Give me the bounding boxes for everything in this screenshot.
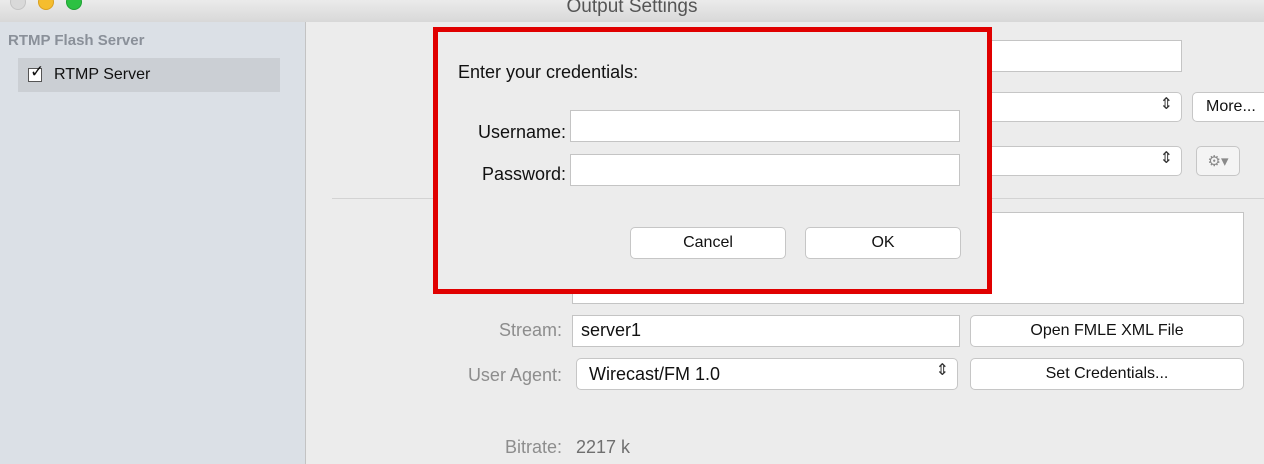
bitrate-value: 2217 k [576, 437, 631, 457]
username-label: Username: [477, 122, 566, 142]
more-button[interactable]: More... [1192, 92, 1264, 122]
credentials-dialog: Enter your credentials: Username: Passwo… [433, 27, 992, 294]
updown-arrows-icon: ⇕ [1159, 96, 1173, 113]
rtmp-server-checkbox[interactable]: ✓ [28, 63, 44, 82]
stream-field[interactable]: server1 [572, 315, 960, 347]
ok-button[interactable]: OK [805, 227, 961, 259]
window-title: Output Settings [566, 0, 698, 17]
stream-label: Stream: [498, 320, 562, 340]
gear-menu-button[interactable]: ⚙▾ [1196, 146, 1240, 176]
sidebar-item-label: RTMP Server [54, 66, 151, 83]
updown-arrows-icon: ⇕ [1159, 150, 1173, 167]
username-field[interactable] [570, 110, 960, 142]
open-fmle-xml-button[interactable]: Open FMLE XML File [970, 315, 1244, 347]
sidebar-header: RTMP Flash Server [8, 32, 145, 49]
sidebar: RTMP Flash Server ✓ RTMP Server [0, 22, 306, 464]
checkmark-icon: ✓ [30, 62, 45, 81]
encoding-select[interactable]: ⇕ [980, 92, 1182, 122]
user-agent-value: Wirecast/FM 1.0 [589, 364, 721, 384]
password-field[interactable] [570, 154, 960, 186]
updown-arrows-icon: ⇕ [935, 362, 949, 379]
gear-icon: ⚙▾ [1207, 153, 1229, 170]
bitrate-label: Bitrate: [504, 437, 562, 457]
preset-select[interactable]: ⇕ [980, 146, 1182, 176]
dialog-title: Enter your credentials: [458, 62, 639, 82]
server-url-field[interactable] [980, 40, 1182, 72]
password-label: Password: [481, 164, 566, 184]
set-credentials-button[interactable]: Set Credentials... [970, 358, 1244, 390]
user-agent-label: User Agent: [467, 365, 562, 385]
cancel-button[interactable]: Cancel [630, 227, 786, 259]
title-bar: Output Settings [0, 0, 1264, 23]
sidebar-item-rtmp-server[interactable]: ✓ RTMP Server [18, 58, 280, 92]
user-agent-select[interactable]: Wirecast/FM 1.0 ⇕ [576, 358, 958, 390]
